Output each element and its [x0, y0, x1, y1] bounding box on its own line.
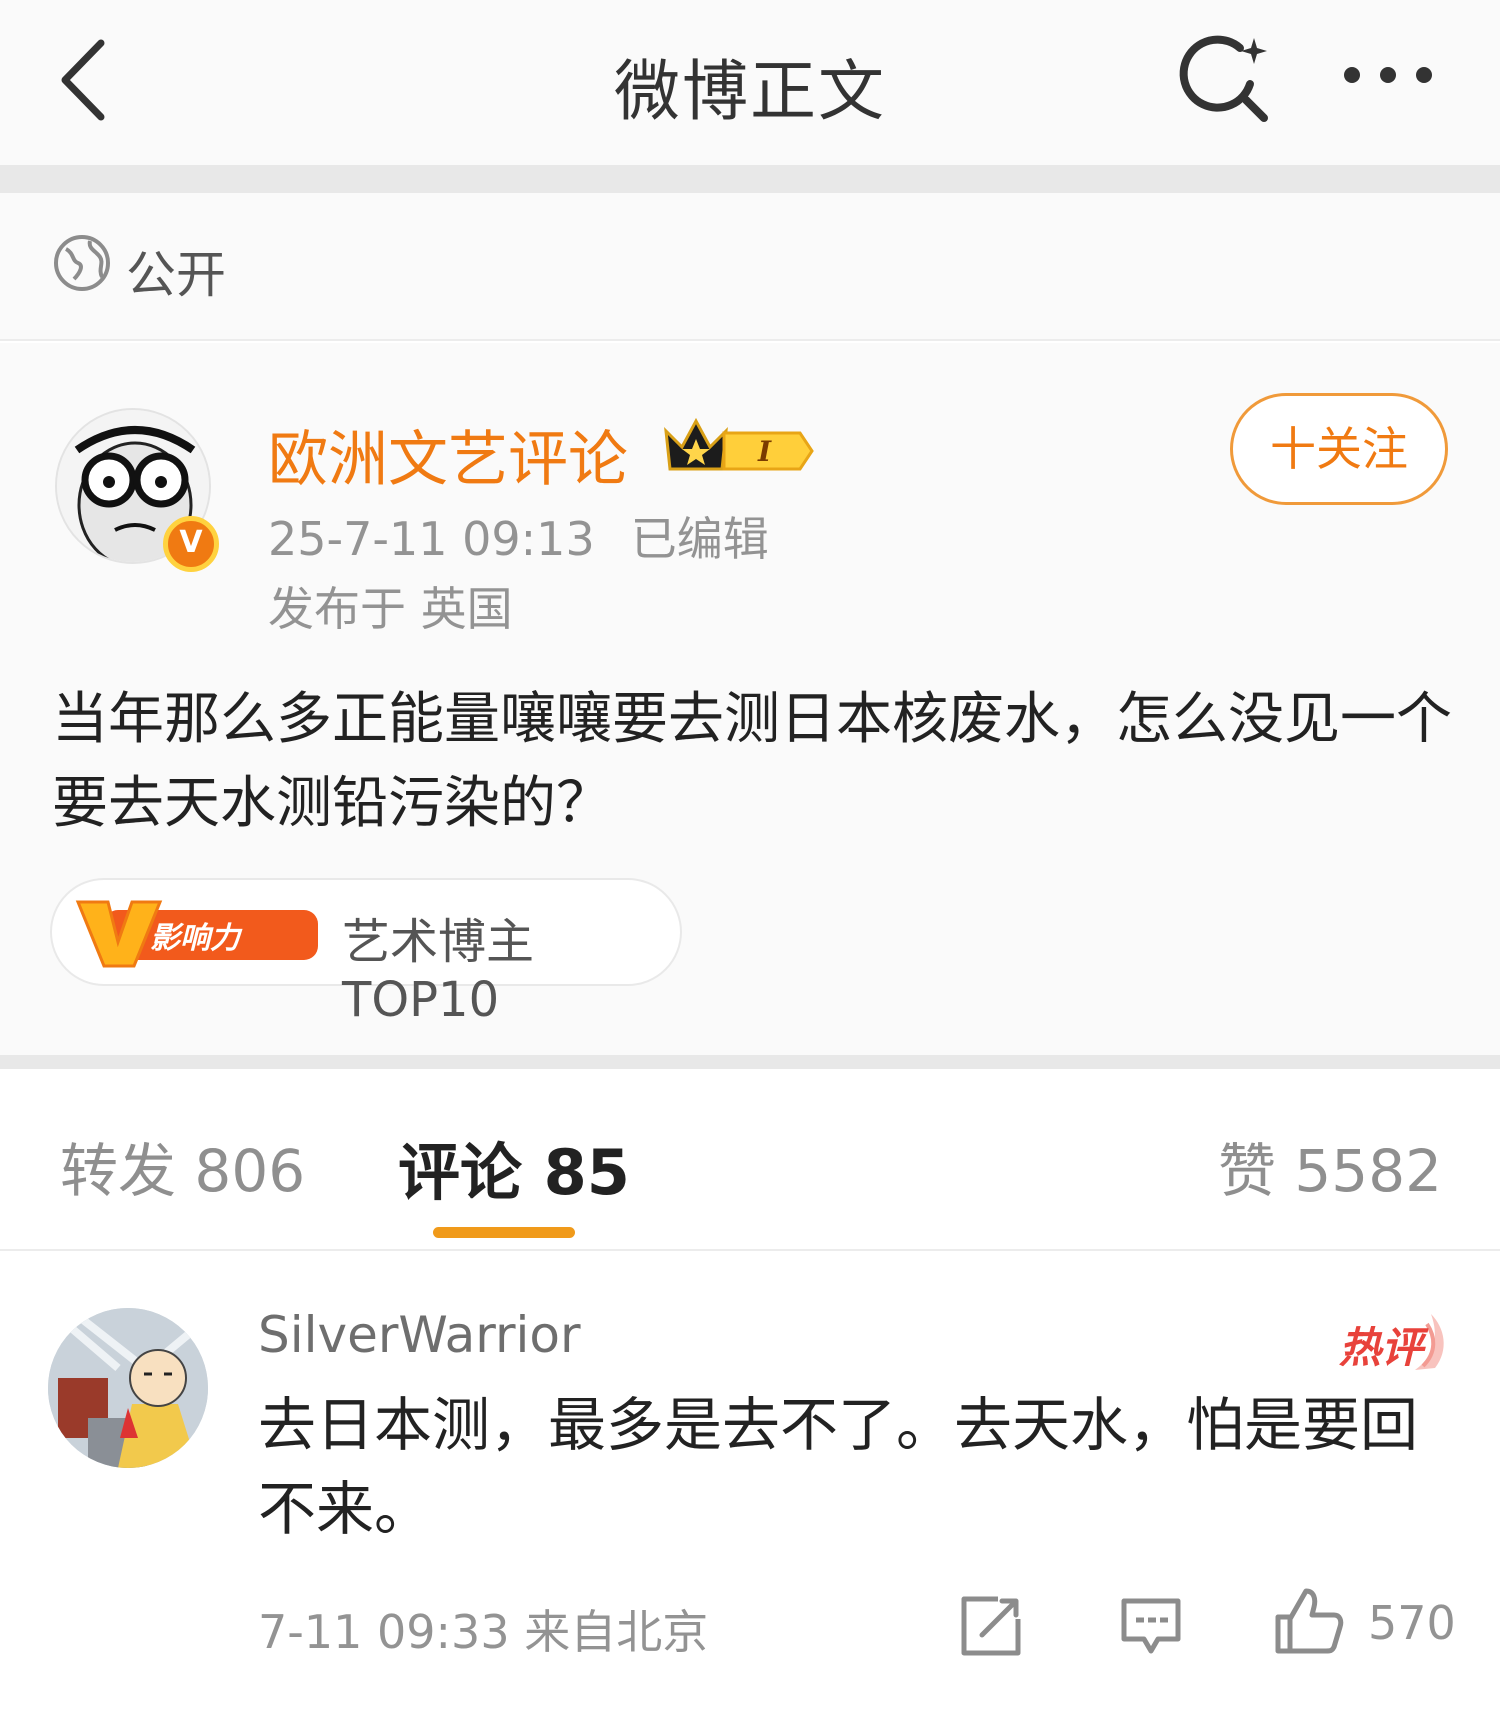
verified-badge: V — [163, 516, 219, 572]
level-badge-text: I — [757, 435, 772, 468]
commenter-avatar-image-icon — [48, 1308, 208, 1468]
tab-repost[interactable]: 转发 806 — [60, 1124, 305, 1208]
influence-tag-text: 艺术博主TOP10 — [342, 914, 535, 1028]
hot-comment-badge-icon: 热评 — [1339, 1314, 1444, 1372]
search-icon[interactable] — [1178, 32, 1274, 128]
commenter-avatar[interactable] — [48, 1308, 208, 1468]
tab-comments[interactable]: 评论 85 — [398, 1122, 630, 1212]
hot-comment-label: 热评 — [1339, 1323, 1429, 1372]
section-divider — [0, 165, 1500, 193]
tab-likes[interactable]: 赞 5582 — [1218, 1124, 1442, 1208]
post-meta-time: 25-7-11 09:13 已编辑 — [268, 503, 769, 569]
influence-tag-pill[interactable]: 影响力 艺术博主TOP10 — [50, 878, 682, 1028]
comment-meta: 7-11 09:33 来自北京 — [258, 1605, 709, 1659]
post-card: V 欧洲文艺评论 I 25-7-11 09:13 已编辑 发布于 英国 十关注 当… — [0, 343, 1500, 1055]
like-thumb-icon[interactable] — [1272, 1585, 1344, 1657]
comment-text: 去日本测，最多是去不了。去天水，怕是要回不来。 — [258, 1391, 1419, 1543]
share-icon[interactable] — [958, 1593, 1024, 1659]
visibility-label: 公开 — [126, 246, 226, 304]
globe-icon — [54, 235, 110, 291]
reply-comment-icon[interactable] — [1118, 1595, 1184, 1657]
page-title: 微博正文 — [614, 53, 886, 130]
follow-button[interactable]: 十关注 — [1230, 393, 1448, 505]
post-time: 25-7-11 09:13 — [268, 512, 595, 566]
post-body-text: 当年那么多正能量嚷嚷要去测日本核废水，怎么没见一个要去天水测铅污染的？ — [52, 687, 1452, 836]
active-tab-indicator — [433, 1227, 575, 1238]
influence-badge-text: 影响力 — [150, 921, 243, 956]
comment-like-count: 570 — [1368, 1596, 1456, 1650]
comment-item: SilverWarrior 热评 去日本测，最多是去不了。去天水，怕是要回不来。… — [0, 1251, 1500, 1711]
commenter-username[interactable]: SilverWarrior — [258, 1306, 581, 1364]
member-crown-badge-icon: I — [664, 417, 814, 471]
influence-badge-icon: 影响力 — [75, 900, 318, 968]
post-username[interactable]: 欧洲文艺评论 — [268, 411, 628, 498]
post-edited-label[interactable]: 已编辑 — [631, 512, 769, 566]
more-options-icon[interactable] — [1338, 55, 1438, 95]
post-location: 发布于 英国 — [268, 582, 513, 636]
visibility-row: 公开 — [0, 193, 1500, 341]
interaction-tabs: 转发 806 评论 85 赞 5582 — [0, 1069, 1500, 1251]
top-nav-bar: 微博正文 — [0, 0, 1500, 165]
section-divider — [0, 1055, 1500, 1069]
